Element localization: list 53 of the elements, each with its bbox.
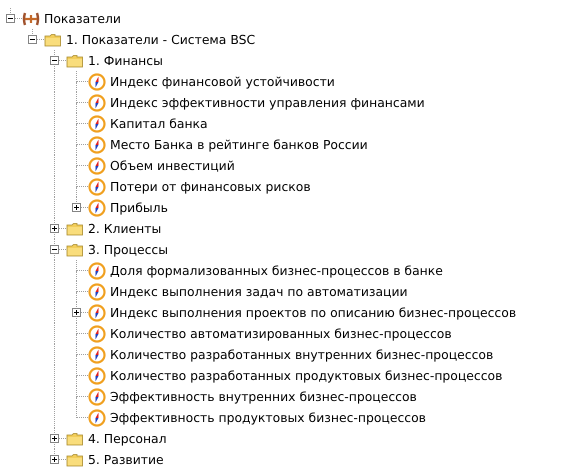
folder-icon <box>44 32 62 48</box>
compass-icon <box>88 388 106 406</box>
bracket-icon <box>22 10 40 26</box>
folder-icon <box>66 220 84 236</box>
tree-item[interactable]: Количество разработанных внутренних бизнес-процессов <box>109 346 494 363</box>
compass-icon <box>88 408 106 426</box>
tree-item[interactable]: 2. Клиенты <box>87 220 162 237</box>
folder-icon <box>66 452 84 468</box>
tree-item[interactable]: Индекс выполнения задач по автоматизации <box>109 283 409 300</box>
compass-icon <box>88 114 106 132</box>
tree-item[interactable]: Индекс финансовой устойчивости <box>109 73 336 90</box>
expand-icon[interactable] <box>72 308 81 317</box>
tree-item[interactable]: 1. Финансы <box>87 52 164 69</box>
tree-item[interactable]: Потери от финансовых рисков <box>109 178 312 195</box>
compass-icon <box>88 198 106 216</box>
compass-icon <box>88 324 106 342</box>
tree-item[interactable]: Количество разработанных продуктовых бизнес-процессов <box>109 367 504 384</box>
tree-item[interactable]: Показатели <box>43 10 122 27</box>
compass-icon <box>88 156 106 174</box>
compass-icon <box>88 94 106 112</box>
folder-icon <box>66 242 84 258</box>
tree-item[interactable]: Индекс выполнения проектов по описанию бизнес-процессов <box>109 304 518 321</box>
compass-icon <box>88 72 106 90</box>
compass-icon <box>88 262 106 280</box>
tree-item[interactable]: 3. Процессы <box>87 241 169 258</box>
tree-item[interactable]: Капитал банка <box>109 115 209 132</box>
collapse-icon[interactable] <box>50 56 59 65</box>
tree-item[interactable]: Эффективность внутренних бизнес-процессов <box>109 388 418 405</box>
collapse-icon[interactable] <box>50 245 59 254</box>
tree-item[interactable]: 1. Показатели - Система BSC <box>65 31 256 48</box>
tree-item[interactable]: Индекс эффективности управления финансами <box>109 94 426 111</box>
expand-icon[interactable] <box>50 434 59 443</box>
expand-icon[interactable] <box>50 455 59 464</box>
folder-icon <box>66 52 84 68</box>
compass-icon <box>88 304 106 322</box>
folder-icon <box>66 430 84 446</box>
collapse-icon[interactable] <box>28 35 37 44</box>
compass-icon <box>88 282 106 300</box>
tree-item[interactable]: Прибыль <box>109 199 169 216</box>
collapse-icon[interactable] <box>6 14 15 23</box>
tree-item[interactable]: Доля формализованных бизнес-процессов в банке <box>109 262 444 279</box>
compass-icon <box>88 178 106 196</box>
tree-item[interactable]: Объем инвестиций <box>109 157 236 174</box>
compass-icon <box>88 136 106 154</box>
expand-icon[interactable] <box>50 224 59 233</box>
tree-item[interactable]: 4. Персонал <box>87 430 168 447</box>
compass-icon <box>88 346 106 364</box>
tree-item[interactable]: 5. Развитие <box>87 451 165 468</box>
compass-icon <box>88 366 106 384</box>
tree-item[interactable]: Эффективность продуктовых бизнес-процессов <box>109 409 427 426</box>
expand-icon[interactable] <box>72 203 81 212</box>
tree-item[interactable]: Количество автоматизированных бизнес-процессов <box>109 325 453 342</box>
tree-item[interactable]: Место Банка в рейтинге банков России <box>109 136 369 153</box>
